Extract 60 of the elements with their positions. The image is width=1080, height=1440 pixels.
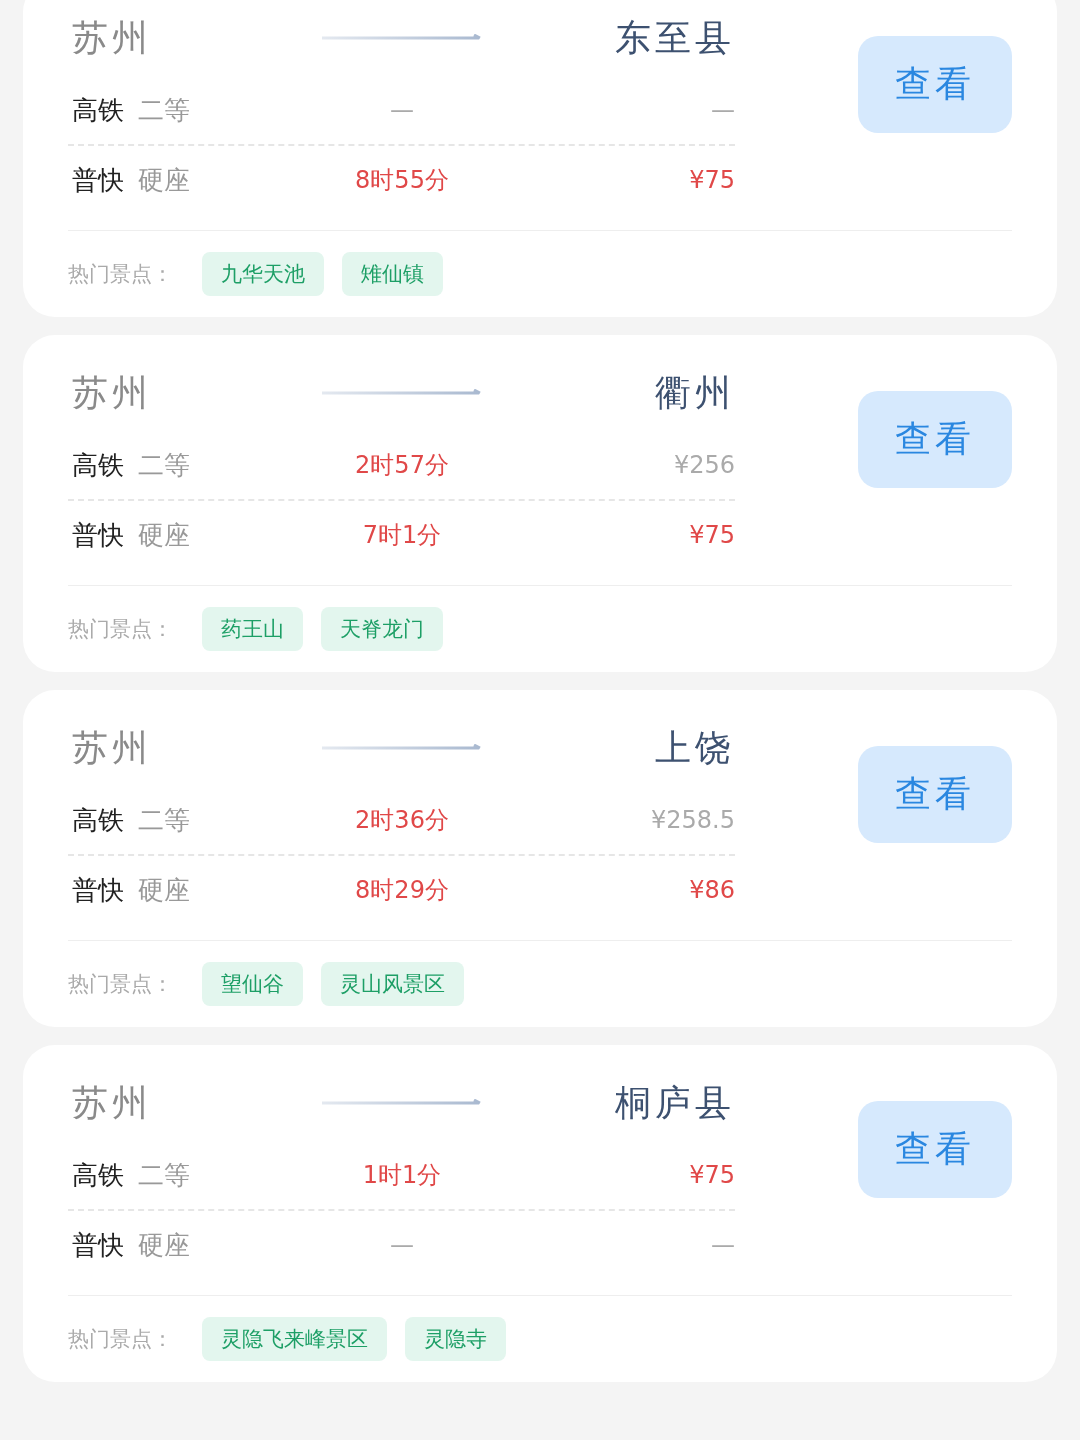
view-button[interactable]: 查看 <box>858 391 1012 488</box>
origin-city: 苏州 <box>71 725 153 770</box>
arrow-icon <box>322 34 482 42</box>
spot-tag[interactable]: 雉仙镇 <box>342 252 443 296</box>
destination-city: 上饶 <box>654 725 735 770</box>
train-type: 普快 <box>72 873 124 907</box>
seat-class: 二等 <box>138 803 190 837</box>
train-type: 普快 <box>72 163 124 197</box>
seat-class: 硬座 <box>138 518 190 552</box>
seat-class: 硬座 <box>138 163 190 197</box>
view-button[interactable]: 查看 <box>858 36 1012 133</box>
origin-city: 苏州 <box>71 15 153 60</box>
spot-tag[interactable]: 灵山风景区 <box>321 962 464 1006</box>
origin-city: 苏州 <box>71 1080 153 1125</box>
spot-tag[interactable]: 天脊龙门 <box>321 607 443 651</box>
ticket-price: ¥256 <box>672 451 735 479</box>
ticket-price: — <box>710 96 735 124</box>
ticket-price: ¥75 <box>688 521 735 549</box>
arrow-icon <box>322 1099 482 1107</box>
train-type: 高铁 <box>72 93 124 127</box>
train-type: 高铁 <box>72 448 124 482</box>
seat-class: 硬座 <box>138 1228 190 1262</box>
origin-city: 苏州 <box>71 370 153 415</box>
destination-city: 衢州 <box>654 370 735 415</box>
spots-label: 热门景点： <box>68 971 174 998</box>
ticket-price: — <box>710 1231 735 1259</box>
travel-time: 8时55分 <box>354 165 450 196</box>
seat-class: 二等 <box>138 448 190 482</box>
spot-tag[interactable]: 灵隐飞来峰景区 <box>202 1317 387 1361</box>
travel-time: 7时1分 <box>361 520 443 551</box>
ticket-price: ¥86 <box>688 876 735 904</box>
train-type: 高铁 <box>72 803 124 837</box>
destination-city: 东至县 <box>614 15 735 60</box>
spot-tag[interactable]: 灵隐寺 <box>405 1317 506 1361</box>
view-button[interactable]: 查看 <box>858 746 1012 843</box>
travel-time: — <box>389 96 415 124</box>
arrow-icon <box>322 744 482 752</box>
travel-time: 2时57分 <box>354 450 450 481</box>
destination-city: 桐庐县 <box>614 1080 735 1125</box>
travel-time: 2时36分 <box>354 805 450 836</box>
spot-tag[interactable]: 九华天池 <box>202 252 324 296</box>
train-type: 普快 <box>72 518 124 552</box>
ticket-price: ¥258.5 <box>650 806 735 834</box>
seat-class: 二等 <box>138 93 190 127</box>
spots-label: 热门景点： <box>68 1326 174 1353</box>
travel-time: 8时29分 <box>354 875 450 906</box>
train-type: 普快 <box>72 1228 124 1262</box>
spot-tag[interactable]: 望仙谷 <box>202 962 303 1006</box>
view-button[interactable]: 查看 <box>858 1101 1012 1198</box>
seat-class: 硬座 <box>138 873 190 907</box>
travel-time: 1时1分 <box>361 1160 443 1191</box>
arrow-icon <box>322 389 482 397</box>
spots-label: 热门景点： <box>68 261 174 288</box>
ticket-price: ¥75 <box>688 166 735 194</box>
ticket-price: ¥75 <box>688 1161 735 1189</box>
spot-tag[interactable]: 药王山 <box>202 607 303 651</box>
travel-time: — <box>389 1231 415 1259</box>
seat-class: 二等 <box>138 1158 190 1192</box>
spots-label: 热门景点： <box>68 616 174 643</box>
train-type: 高铁 <box>72 1158 124 1192</box>
